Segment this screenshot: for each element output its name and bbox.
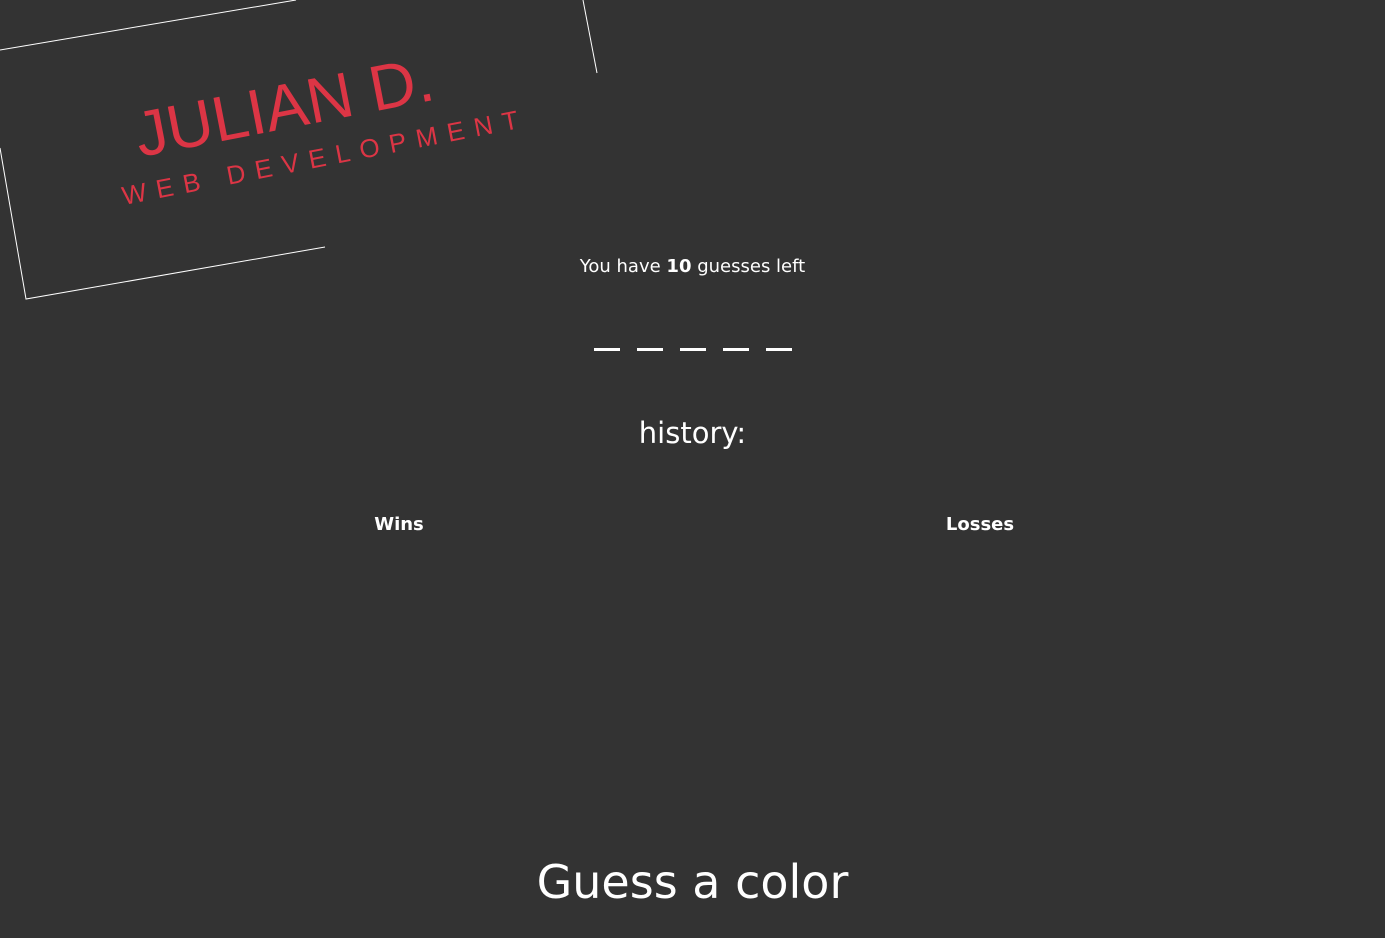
- letter-blank: _: [679, 348, 706, 351]
- letter-blank: _: [593, 348, 620, 351]
- guesses-suffix: guesses left: [691, 256, 806, 277]
- letter-blank: _: [765, 348, 792, 351]
- wins-header: Wins: [374, 514, 424, 535]
- losses-header: Losses: [945, 514, 1015, 535]
- guesses-count: 10: [666, 256, 692, 277]
- hidden-word: _ _ _ _ _: [0, 326, 1385, 351]
- history-title: history:: [638, 416, 747, 450]
- guesses-prefix: You have: [579, 256, 667, 277]
- letter-blank: _: [722, 348, 749, 351]
- letter-blank: _: [636, 348, 663, 351]
- guesses-remaining: You have 10 guesses left: [0, 255, 1385, 279]
- guess-prompt: Guess a color: [536, 855, 849, 909]
